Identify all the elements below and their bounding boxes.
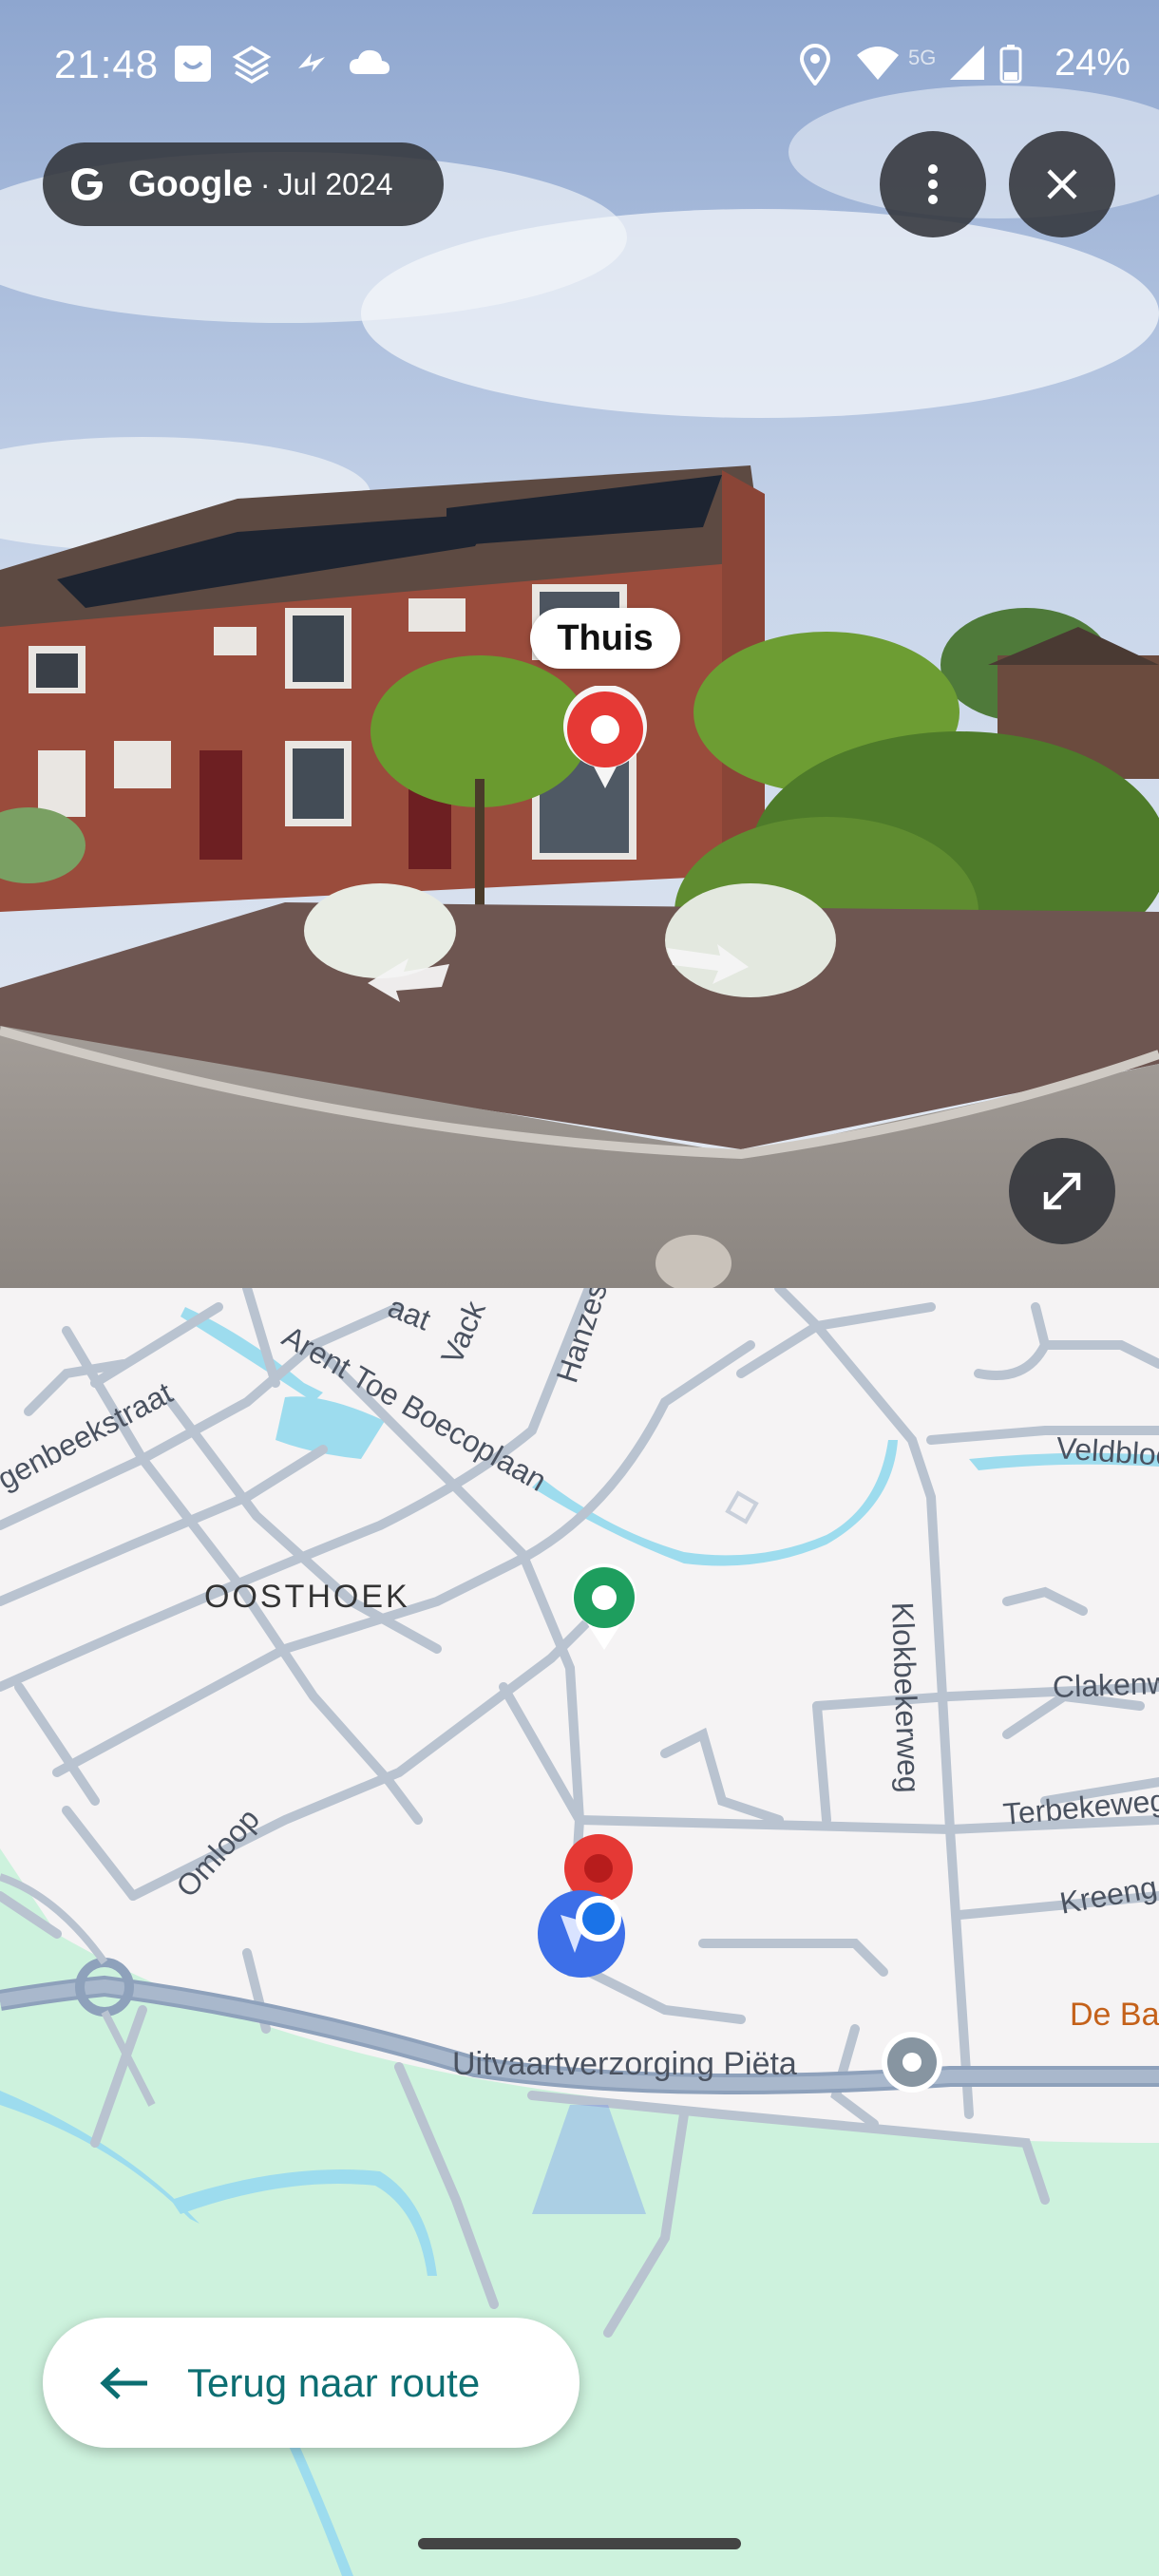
- close-button[interactable]: [1009, 131, 1115, 237]
- close-icon: [1047, 169, 1077, 199]
- expand-icon: [1043, 1172, 1081, 1210]
- status-bar: 21:48 5G 24%: [0, 0, 1159, 128]
- street-view-attribution-chip[interactable]: Google · Jul 2024: [43, 142, 444, 226]
- bolt-icon: [293, 44, 331, 91]
- layers-icon: [232, 44, 272, 93]
- signal-icon: [948, 44, 986, 91]
- current-location-icon: [538, 1890, 625, 1978]
- back-to-route-label: Terug naar route: [187, 2359, 481, 2405]
- cloud-icon: [348, 44, 391, 91]
- more-options-button[interactable]: [880, 131, 986, 237]
- more-vert-icon: [928, 164, 938, 204]
- battery-percentage: 24%: [1054, 42, 1130, 84]
- nav-arrow-right-icon[interactable]: [665, 938, 750, 986]
- wifi-icon: [855, 44, 901, 91]
- arrow-back-icon: [100, 2366, 147, 2399]
- canal: [532, 1440, 898, 1566]
- provider-name: Google: [128, 163, 253, 204]
- place-label-thuis[interactable]: Thuis: [530, 608, 680, 669]
- clock: 21:48: [54, 42, 160, 86]
- road-label-clakenw: Clakenw: [1052, 1665, 1159, 1704]
- gesture-home-bar[interactable]: [418, 2538, 741, 2549]
- back-to-route-button[interactable]: Terug naar route: [43, 2318, 580, 2448]
- expand-button[interactable]: [1009, 1138, 1115, 1244]
- google-g-icon: [67, 164, 107, 204]
- separator-dot: ·: [259, 166, 271, 201]
- poi-pin-icon[interactable]: [882, 2032, 942, 2093]
- street-view-place-pin-icon[interactable]: [562, 686, 648, 790]
- map-waypoint-pin-icon[interactable]: [572, 1563, 637, 1650]
- poi-label-de-ba[interactable]: De Ba: [1070, 1997, 1159, 2034]
- poi-label-uitvaartverzorging[interactable]: Uitvaartverzorging Piëta: [452, 2046, 797, 2083]
- notification-icon: [173, 44, 213, 93]
- location-icon: [798, 44, 832, 95]
- road-label-klokbekerweg: Klokbekerweg: [885, 1601, 927, 1794]
- nav-arrow-left-icon[interactable]: [366, 955, 451, 1002]
- network-type: 5G: [908, 46, 937, 69]
- district-label: OOSTHOEK: [204, 1579, 410, 1615]
- street-view-pane[interactable]: 21:48 5G 24% Google · Jul 2024 Thuis: [0, 0, 1159, 1288]
- capture-date: Jul 2024: [277, 166, 393, 201]
- battery-icon: [999, 44, 1022, 93]
